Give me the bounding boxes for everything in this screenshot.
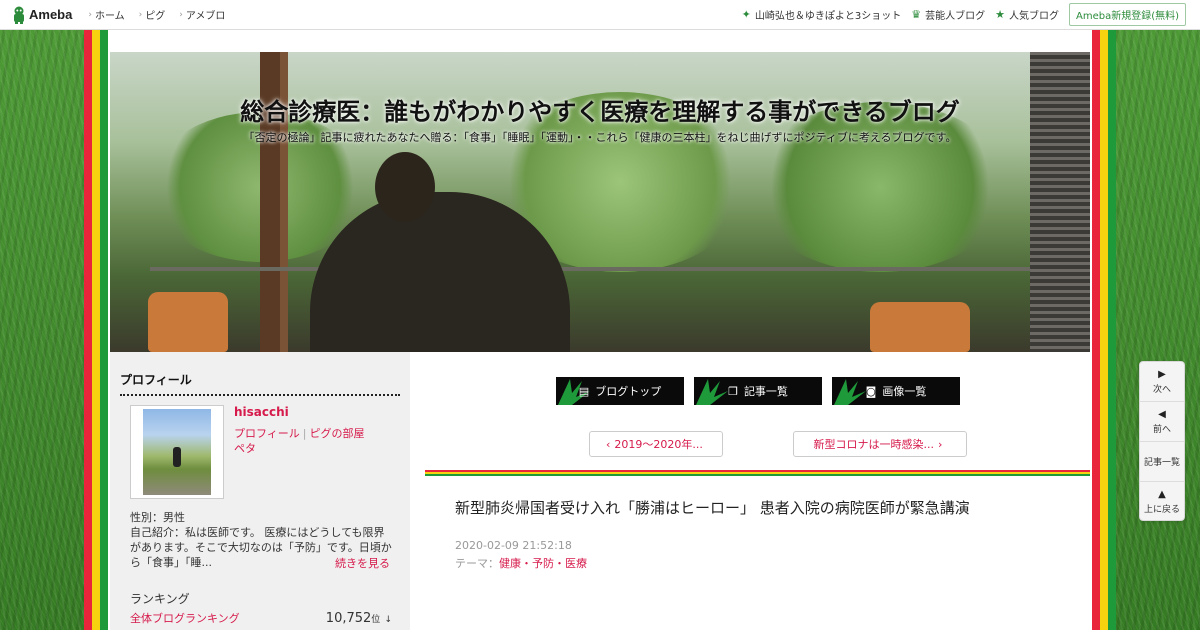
read-more-link[interactable]: 続きを見る [335, 555, 390, 571]
article-theme: テーマ：健康・予防・医療 [455, 555, 587, 571]
article-list-button-label: 記事一覧 [1143, 458, 1180, 468]
header-right-links: ✦ 山崎弘也＆ゆきぽよと3ショット ♛ 芸能人ブログ ★ 人気ブログ Ameba… [742, 3, 1200, 26]
article-title[interactable]: 新型肺炎帰国者受け入れ「勝浦はヒーロー」 患者入院の病院医師が緊急講演 [455, 497, 970, 518]
next-button[interactable]: ▶ 次へ [1140, 362, 1184, 402]
blog-header[interactable]: 総合診療医：誰もがわかりやすく医療を理解する事ができるブログ 「否定の極論」記事… [110, 52, 1090, 352]
peta-link[interactable]: ペタ [234, 442, 256, 455]
chevron-right-icon: › [179, 9, 183, 20]
avatar-frame[interactable] [130, 405, 224, 499]
next-article-button[interactable]: 新型コロナは一時感染... › [793, 431, 967, 457]
stripe-red-right [1092, 30, 1100, 630]
ranking-row: 全体ブログランキング 10,752位 ↓ [130, 610, 392, 626]
crown-icon: ♛ [911, 8, 922, 21]
tab-image-list-label: 画像一覧 [882, 385, 927, 398]
copy-icon: ❐ [728, 384, 738, 398]
profile-links: プロフィール | ピグの部屋 ペタ [234, 426, 384, 456]
star-icon: ★ [995, 8, 1005, 21]
blog-description: 「否定の極論」記事に疲れたあなたへ贈る：「食事」「睡眠」「運動」・・これら「健康… [243, 131, 957, 144]
ranking-unit: 位 [371, 615, 381, 625]
tab-blog-top-label: ブログトップ [595, 385, 662, 398]
link-celebrity-blogs[interactable]: ♛ 芸能人ブログ [911, 7, 985, 22]
prev-button[interactable]: ◀ 前へ [1140, 402, 1184, 442]
camera-icon: ◙ [865, 384, 877, 398]
profile-link[interactable]: プロフィール [234, 427, 300, 440]
overall-ranking-link[interactable]: 全体ブログランキング [130, 610, 240, 626]
back-to-top-label: 上に戻る [1143, 505, 1180, 515]
header-tree-right [750, 102, 1010, 272]
register-button[interactable]: Ameba新規登録(無料) [1068, 3, 1186, 26]
tab-blog-top[interactable]: ▤ ブログトップ [556, 377, 684, 405]
stripe-yellow-right [1100, 30, 1108, 630]
chevron-left-icon: ‹ [606, 437, 611, 451]
next-article-label: 新型コロナは一時感染... [813, 438, 935, 451]
avatar-figure [173, 447, 181, 467]
blog-tabs: ▤ ブログトップ ❐ 記事一覧 ◙ 画像一覧 [556, 377, 960, 405]
prev-article-label: 2019～2020年... [614, 438, 703, 451]
stripe-red-left [84, 30, 92, 630]
nav-home[interactable]: › ホーム [88, 7, 125, 23]
ranking-number: 10,752 [325, 611, 372, 626]
profile-heading: プロフィール [120, 371, 400, 396]
ranking-trend-icon: ↓ [384, 615, 392, 625]
tab-article-list-label: 記事一覧 [743, 385, 788, 398]
header-person-head [375, 152, 435, 222]
nav-ameblo[interactable]: › アメブロ [179, 7, 226, 23]
stripe-green-right [1108, 30, 1116, 630]
profile-gender: 性別：男性 [130, 511, 185, 524]
link-celebrity-blogs-label: 芸能人ブログ [925, 11, 986, 22]
sidebar: プロフィール hisacchi プロフィール | ピグの部屋 ペタ 性別：男性 自己… [110, 352, 410, 630]
profile-name[interactable]: hisacchi [234, 405, 289, 419]
document-icon: ▤ [578, 384, 590, 398]
blog-page: 総合診療医：誰もがわかりやすく医療を理解する事ができるブログ 「否定の極論」記事… [110, 30, 1090, 630]
article-list-button[interactable]: 記事一覧 [1140, 442, 1184, 482]
main-content: ▤ ブログトップ ❐ 記事一覧 ◙ 画像一覧 ‹ 2019～2020年... 新… [410, 352, 1090, 630]
global-header: Ameba › ホーム › ピグ › アメブロ ✦ 山崎弘也＆ゆきぽよと3ショッ… [0, 0, 1200, 30]
floating-nav: ▶ 次へ ◀ 前へ 記事一覧 ▲ 上に戻る [1139, 361, 1185, 521]
triangle-right-icon: ▶ [1158, 368, 1166, 380]
article-date: 2020-02-09 21:52:18 [455, 539, 572, 552]
rasta-divider [425, 470, 1090, 476]
prev-article-button[interactable]: ‹ 2019～2020年... [589, 431, 723, 457]
nav-ameblo-label: アメブロ [185, 11, 226, 22]
leaf-decoration-icon [834, 379, 866, 405]
link-popular-blogs-label: 人気ブログ [1008, 11, 1059, 22]
chevron-right-icon: › [138, 9, 143, 20]
header-chair-left [148, 292, 228, 352]
chevron-right-icon: › [88, 9, 92, 20]
triangle-left-icon: ◀ [1158, 408, 1166, 420]
next-button-label: 次へ [1152, 384, 1171, 395]
blog-title[interactable]: 総合診療医：誰もがわかりやすく医療を理解する事ができるブログ [110, 92, 1090, 127]
tab-article-list[interactable]: ❐ 記事一覧 [694, 377, 822, 405]
link-popular-blogs[interactable]: ★ 人気ブログ [995, 7, 1059, 22]
chevron-right-icon: › [938, 437, 943, 451]
link-featured-shot-label: 山崎弘也＆ゆきぽよと3ショット [754, 11, 902, 22]
article-pager: ‹ 2019～2020年... 新型コロナは一時感染... › [589, 431, 967, 457]
ameba-logo[interactable]: Ameba [12, 6, 72, 24]
avatar [143, 409, 211, 495]
tab-image-list[interactable]: ◙ 画像一覧 [832, 377, 960, 405]
theme-prefix: テーマ： [455, 557, 499, 570]
ranking-value: 10,752位 ↓ [326, 611, 392, 626]
pig-room-link[interactable]: ピグの部屋 [310, 427, 365, 440]
stripe-green-left [100, 30, 108, 630]
prev-button-label: 前へ [1152, 424, 1171, 435]
ameba-logo-icon [12, 6, 26, 24]
back-to-top-button[interactable]: ▲ 上に戻る [1140, 482, 1184, 522]
header-chair-right [870, 302, 970, 352]
triangle-up-icon: ▲ [1158, 489, 1166, 500]
nav-home-label: ホーム [94, 11, 125, 22]
page-top-gap [110, 30, 1090, 52]
logo-text: Ameba [29, 7, 73, 22]
sparkle-icon: ✦ [741, 8, 751, 21]
stripe-yellow-left [92, 30, 100, 630]
nav-pig-label: ピグ [145, 11, 166, 22]
theme-link[interactable]: 健康・予防・医療 [499, 557, 587, 570]
link-separator: | [302, 427, 307, 440]
nav-pig[interactable]: › ピグ [138, 7, 166, 23]
ranking-title: ランキング [130, 592, 190, 606]
header-railing [150, 267, 1050, 271]
link-featured-shot[interactable]: ✦ 山崎弘也＆ゆきぽよと3ショット [742, 7, 902, 22]
leaf-decoration-icon [696, 379, 728, 405]
